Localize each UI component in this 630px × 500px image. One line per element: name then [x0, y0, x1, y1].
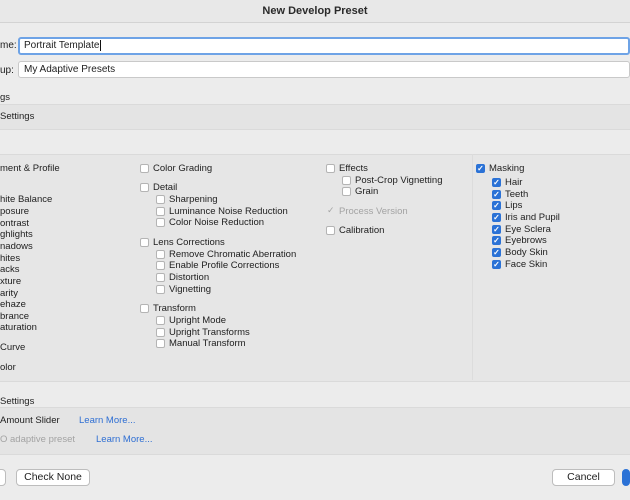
chromatic-aberration-label: Remove Chromatic Aberration	[169, 249, 297, 260]
vignetting-label: Vignetting	[169, 284, 212, 295]
col0-item[interactable]: nadows	[0, 241, 33, 252]
post-crop-vignetting-checkbox[interactable]	[342, 176, 351, 185]
upright-transforms-checkbox[interactable]	[156, 328, 165, 337]
transform-label: Transform	[153, 303, 196, 314]
learn-more-link-2[interactable]: Learn More...	[96, 434, 153, 445]
col0-item[interactable]: hite Balance	[0, 194, 52, 205]
grain-label: Grain	[355, 186, 379, 197]
color-grading-label: Color Grading	[153, 163, 213, 174]
face-skin-label: Face Skin	[505, 259, 548, 270]
chromatic-aberration-checkbox[interactable]	[156, 250, 165, 259]
process-version-label: Process Version	[339, 206, 408, 217]
distortion-label: Distortion	[169, 272, 210, 283]
masking-label: Masking	[489, 163, 525, 174]
effects-label: Effects	[339, 163, 368, 174]
vignetting-checkbox[interactable]	[156, 285, 165, 294]
col0-item[interactable]: ment & Profile	[0, 163, 60, 174]
masking-checkbox[interactable]: ✓	[476, 164, 485, 173]
luminance-noise-label: Luminance Noise Reduction	[169, 206, 288, 217]
col0-item[interactable]: aturation	[0, 322, 37, 333]
create-button[interactable]	[622, 469, 630, 486]
learn-more-link-1[interactable]: Learn More...	[79, 415, 136, 426]
window-title: New Develop Preset	[0, 0, 630, 23]
col0-item[interactable]: posure	[0, 206, 29, 217]
color-noise-label: Color Noise Reduction	[169, 217, 265, 228]
lips-checkbox[interactable]: ✓	[492, 201, 501, 210]
adaptive-preset-label: O adaptive preset	[0, 434, 75, 445]
eyebrows-checkbox[interactable]: ✓	[492, 236, 501, 245]
profile-corrections-label: Enable Profile Corrections	[169, 260, 280, 271]
color-grading-checkbox[interactable]	[140, 164, 149, 173]
text-caret	[100, 39, 102, 51]
masking-settings-header: Settings	[0, 396, 35, 407]
eye-sclera-checkbox[interactable]: ✓	[492, 225, 501, 234]
cancel-button[interactable]: Cancel	[552, 469, 615, 486]
grain-checkbox[interactable]	[342, 187, 351, 196]
manual-transform-label: Manual Transform	[169, 338, 246, 349]
sharpening-checkbox[interactable]	[156, 195, 165, 204]
detail-checkbox[interactable]	[140, 183, 149, 192]
group-label: up:	[0, 65, 14, 76]
distortion-checkbox[interactable]	[156, 273, 165, 282]
check-none-button[interactable]: Check None	[16, 469, 90, 486]
preset-name-value: Portrait Template	[24, 40, 100, 51]
upright-mode-checkbox[interactable]	[156, 316, 165, 325]
luminance-noise-checkbox[interactable]	[156, 207, 165, 216]
auto-settings-label[interactable]: Settings	[0, 111, 34, 122]
post-crop-vignetting-label: Post-Crop Vignetting	[355, 175, 443, 186]
profile-corrections-checkbox[interactable]	[156, 261, 165, 270]
column-divider	[472, 154, 473, 380]
preset-name-input[interactable]: Portrait Template	[18, 37, 630, 55]
detail-label: Detail	[153, 182, 178, 193]
calibration-checkbox[interactable]	[326, 226, 335, 235]
teeth-checkbox[interactable]: ✓	[492, 190, 501, 199]
transform-checkbox[interactable]	[140, 304, 149, 313]
color-noise-checkbox[interactable]	[156, 218, 165, 227]
auto-settings-band	[0, 104, 630, 130]
face-skin-checkbox[interactable]: ✓	[492, 260, 501, 269]
upright-transforms-label: Upright Transforms	[169, 327, 250, 338]
col0-item[interactable]: ehaze	[0, 299, 26, 310]
col0-item[interactable]: ontrast	[0, 218, 29, 229]
preset-name-label: me:	[0, 40, 17, 51]
process-version-check-icon: ✓	[327, 205, 335, 215]
eyebrows-label: Eyebrows	[505, 235, 547, 246]
body-skin-label: Body Skin	[505, 247, 548, 258]
eye-sclera-label: Eye Sclera	[505, 224, 551, 235]
effects-checkbox[interactable]	[326, 164, 335, 173]
upright-mode-label: Upright Mode	[169, 315, 227, 326]
lens-corrections-checkbox[interactable]	[140, 238, 149, 247]
lens-corrections-label: Lens Corrections	[153, 237, 225, 248]
lips-label: Lips	[505, 200, 523, 211]
iris-pupil-label: Iris and Pupil	[505, 212, 560, 223]
col0-item[interactable]: hites	[0, 253, 20, 264]
col0-item[interactable]: arity	[0, 288, 18, 299]
hair-label: Hair	[505, 177, 523, 188]
col0-item[interactable]: ghlights	[0, 229, 33, 240]
iris-pupil-checkbox[interactable]: ✓	[492, 213, 501, 222]
col0-item[interactable]: acks	[0, 264, 20, 275]
col0-item[interactable]: xture	[0, 276, 21, 287]
manual-transform-checkbox[interactable]	[156, 339, 165, 348]
body-skin-checkbox[interactable]: ✓	[492, 248, 501, 257]
col0-item[interactable]: olor	[0, 362, 16, 373]
group-dropdown[interactable]: My Adaptive Presets	[18, 61, 630, 78]
teeth-label: Teeth	[505, 189, 529, 200]
sharpening-label: Sharpening	[169, 194, 218, 205]
col0-item[interactable]: brance	[0, 311, 29, 322]
calibration-label: Calibration	[339, 225, 385, 236]
check-all-button[interactable]	[0, 469, 6, 486]
amount-slider-label[interactable]: Amount Slider	[0, 415, 60, 426]
hair-checkbox[interactable]: ✓	[492, 178, 501, 187]
settings-header: gs	[0, 92, 11, 103]
col0-item[interactable]: Curve	[0, 342, 25, 353]
